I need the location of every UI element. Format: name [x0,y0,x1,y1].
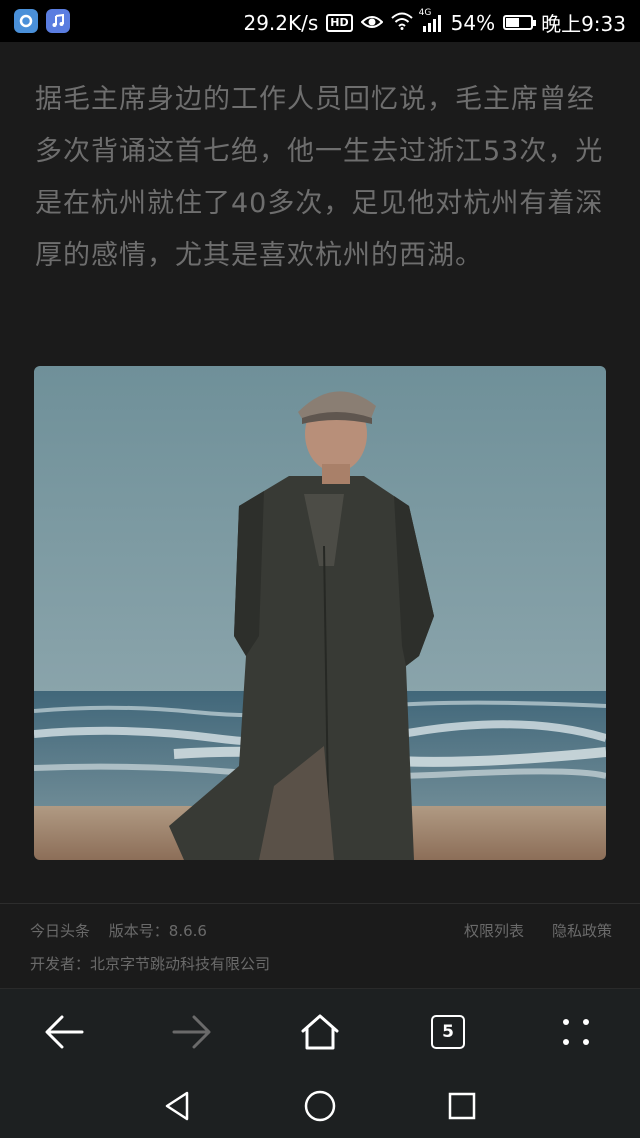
app-version: 版本号：8.6.6 [108,922,207,940]
developer-text: 开发者：北京字节跳动科技有限公司 [30,955,271,973]
battery-level [506,18,520,27]
battery-percent: 54% [450,10,496,35]
status-notifications [14,9,70,33]
battery-icon [503,15,537,30]
status-indicators: 29.2K/s HD 4G 54% 晚上9:33 [243,8,626,37]
menu-button[interactable] [544,1000,608,1064]
network-type: 4G [418,7,432,18]
tabs-button[interactable]: 5 [416,1000,480,1064]
status-bar: 29.2K/s HD 4G 54% 晚上9:33 [0,0,640,42]
hd-badge: HD [326,13,353,32]
system-back-button[interactable] [107,1074,249,1138]
menu-dots-icon [563,1019,589,1045]
browser-nav-bar: 5 [0,988,640,1075]
home-icon [301,1014,339,1050]
network-speed: 29.2K/s [243,10,319,35]
photo-image [34,366,606,860]
clock: 晚上9:33 [541,12,626,36]
privacy-link[interactable]: 隐私政策 [552,920,612,941]
home-circle-icon [304,1090,336,1122]
back-triangle-icon [165,1091,189,1121]
wifi-icon [390,11,413,35]
forward-arrow-icon [172,1015,211,1049]
back-button[interactable] [32,1000,96,1064]
article-paragraph: 据毛主席身边的工作人员回忆说，毛主席曾经多次背诵这首七绝，他一生去过浙江53次，… [35,84,604,271]
recents-square-icon [448,1092,476,1120]
app-version-line: 今日头条 版本号：8.6.6 [30,920,221,941]
permissions-link[interactable]: 权限列表 [464,920,524,941]
app-footer: 今日头条 版本号：8.6.6 开发者：北京字节跳动科技有限公司 权限列表 隐私政… [0,903,640,988]
system-recents-button[interactable] [391,1074,533,1138]
article-photo[interactable] [34,366,606,860]
footer-links: 权限列表 隐私政策 [464,920,612,941]
music-app-icon [46,9,70,33]
back-arrow-icon [45,1015,84,1049]
home-button[interactable] [288,1000,352,1064]
eye-icon [360,11,384,35]
notification-app-icon [14,9,38,33]
signal-icon: 4G [419,8,443,32]
forward-button[interactable] [160,1000,224,1064]
system-nav-bar [0,1074,640,1138]
system-home-button[interactable] [249,1074,391,1138]
app-name: 今日头条 [30,922,91,940]
tabs-icon: 5 [431,1015,465,1049]
